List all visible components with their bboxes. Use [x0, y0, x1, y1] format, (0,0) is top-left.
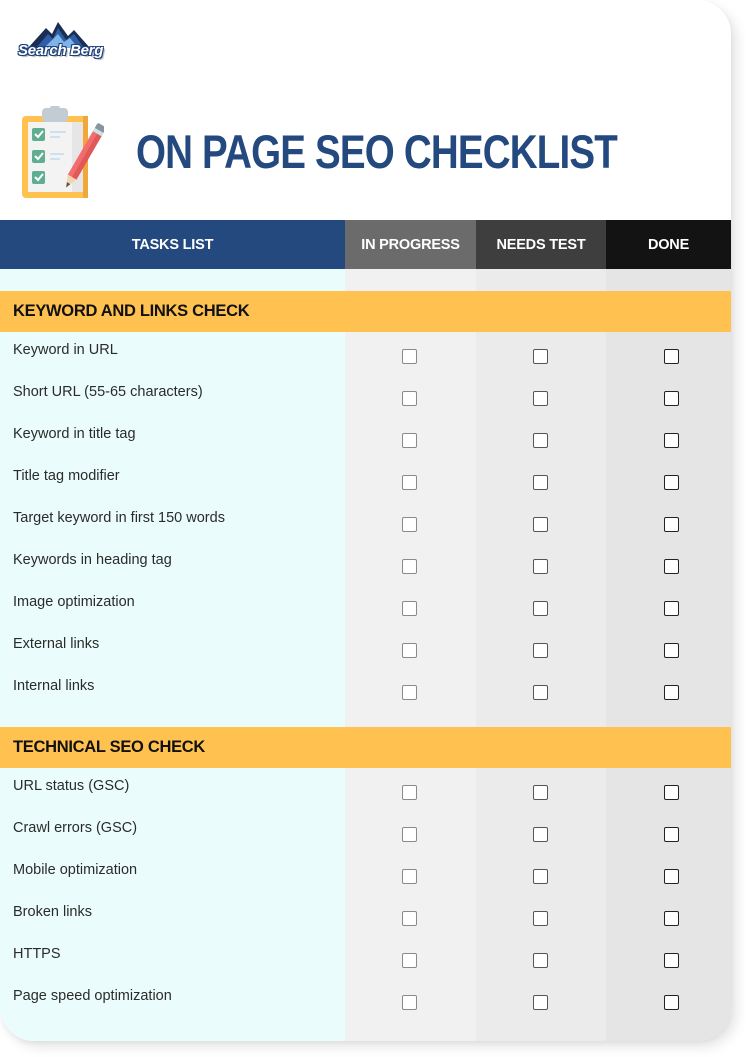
done-checkbox[interactable] — [664, 643, 679, 658]
needs-test-checkbox[interactable] — [533, 869, 548, 884]
needs-test-checkbox[interactable] — [533, 911, 548, 926]
in-progress-checkbox[interactable] — [402, 349, 417, 364]
section-header: TECHNICAL SEO CHECK — [0, 727, 731, 768]
done-checkbox[interactable] — [664, 559, 679, 574]
in-progress-checkbox[interactable] — [402, 643, 417, 658]
in-progress-checkbox[interactable] — [402, 953, 417, 968]
in-progress-checkbox[interactable] — [402, 869, 417, 884]
checklist-row: HTTPS — [0, 946, 731, 988]
checklist-row: Target keyword in first 150 words — [0, 510, 731, 552]
done-checkbox[interactable] — [664, 995, 679, 1010]
done-checkbox[interactable] — [664, 433, 679, 448]
in-progress-checkbox[interactable] — [402, 685, 417, 700]
header-tasks-list: TASKS LIST — [0, 220, 345, 269]
task-label: Keywords in heading tag — [13, 552, 172, 568]
done-checkbox[interactable] — [664, 475, 679, 490]
in-progress-checkbox[interactable] — [402, 517, 417, 532]
checklist-row: Broken links — [0, 904, 731, 946]
done-checkbox[interactable] — [664, 953, 679, 968]
header-done: DONE — [606, 220, 731, 269]
checklist-row: Keyword in title tag — [0, 426, 731, 468]
in-progress-checkbox[interactable] — [402, 911, 417, 926]
done-checkbox[interactable] — [664, 517, 679, 532]
header-needs-test: NEEDS TEST — [476, 220, 606, 269]
in-progress-checkbox[interactable] — [402, 827, 417, 842]
needs-test-checkbox[interactable] — [533, 643, 548, 658]
clipboard-checklist-icon — [22, 106, 104, 198]
done-checkbox[interactable] — [664, 391, 679, 406]
done-checkbox[interactable] — [664, 911, 679, 926]
task-label: Keyword in URL — [13, 342, 118, 358]
checklist-row: Internal links — [0, 678, 731, 720]
checklist-row: Image optimization — [0, 594, 731, 636]
needs-test-checkbox[interactable] — [533, 349, 548, 364]
task-label: Page speed optimization — [13, 988, 172, 1004]
checklist-row: External links — [0, 636, 731, 678]
needs-test-checkbox[interactable] — [533, 785, 548, 800]
task-label: Short URL (55-65 characters) — [13, 384, 203, 400]
checklist-row: URL status (GSC) — [0, 778, 731, 820]
checklist-card: Search Berg ON PAGE SEO CHECKLIST TASKS … — [0, 0, 731, 1041]
in-progress-checkbox[interactable] — [402, 785, 417, 800]
done-checkbox[interactable] — [664, 349, 679, 364]
task-label: External links — [13, 636, 100, 652]
in-progress-checkbox[interactable] — [402, 475, 417, 490]
checklist-row: Keyword in URL — [0, 342, 731, 384]
task-label: Keyword in title tag — [13, 426, 136, 442]
done-checkbox[interactable] — [664, 869, 679, 884]
done-checkbox[interactable] — [664, 601, 679, 616]
in-progress-checkbox[interactable] — [402, 391, 417, 406]
table-header: TASKS LIST IN PROGRESS NEEDS TEST DONE — [0, 220, 731, 269]
needs-test-checkbox[interactable] — [533, 601, 548, 616]
needs-test-checkbox[interactable] — [533, 827, 548, 842]
header-in-progress: IN PROGRESS — [345, 220, 476, 269]
task-label: HTTPS — [13, 946, 61, 962]
needs-test-checkbox[interactable] — [533, 391, 548, 406]
needs-test-checkbox[interactable] — [533, 475, 548, 490]
checklist-row: Short URL (55-65 characters) — [0, 384, 731, 426]
section-header: KEYWORD AND LINKS CHECK — [0, 291, 731, 332]
in-progress-checkbox[interactable] — [402, 601, 417, 616]
checklist-row: Page speed optimization — [0, 988, 731, 1030]
task-label: Internal links — [13, 678, 95, 694]
page-title: ON PAGE SEO CHECKLIST — [136, 125, 618, 178]
task-label: Mobile optimization — [13, 862, 138, 878]
brand-logo: Search Berg — [18, 20, 110, 66]
needs-test-checkbox[interactable] — [533, 517, 548, 532]
task-label: Image optimization — [13, 594, 135, 610]
task-label: Title tag modifier — [13, 468, 120, 484]
checklist-row: Crawl errors (GSC) — [0, 820, 731, 862]
logo-text: Search Berg — [18, 42, 104, 59]
in-progress-checkbox[interactable] — [402, 559, 417, 574]
needs-test-checkbox[interactable] — [533, 995, 548, 1010]
task-label: Broken links — [13, 904, 92, 920]
checklist-row: Title tag modifier — [0, 468, 731, 510]
task-label: Target keyword in first 150 words — [13, 510, 225, 526]
task-label: Crawl errors (GSC) — [13, 820, 138, 836]
in-progress-checkbox[interactable] — [402, 995, 417, 1010]
checklist-row: Mobile optimization — [0, 862, 731, 904]
in-progress-checkbox[interactable] — [402, 433, 417, 448]
done-checkbox[interactable] — [664, 685, 679, 700]
needs-test-checkbox[interactable] — [533, 685, 548, 700]
needs-test-checkbox[interactable] — [533, 433, 548, 448]
done-checkbox[interactable] — [664, 785, 679, 800]
task-label: URL status (GSC) — [13, 778, 130, 794]
needs-test-checkbox[interactable] — [533, 559, 548, 574]
done-checkbox[interactable] — [664, 827, 679, 842]
needs-test-checkbox[interactable] — [533, 953, 548, 968]
checklist-row: Keywords in heading tag — [0, 552, 731, 594]
